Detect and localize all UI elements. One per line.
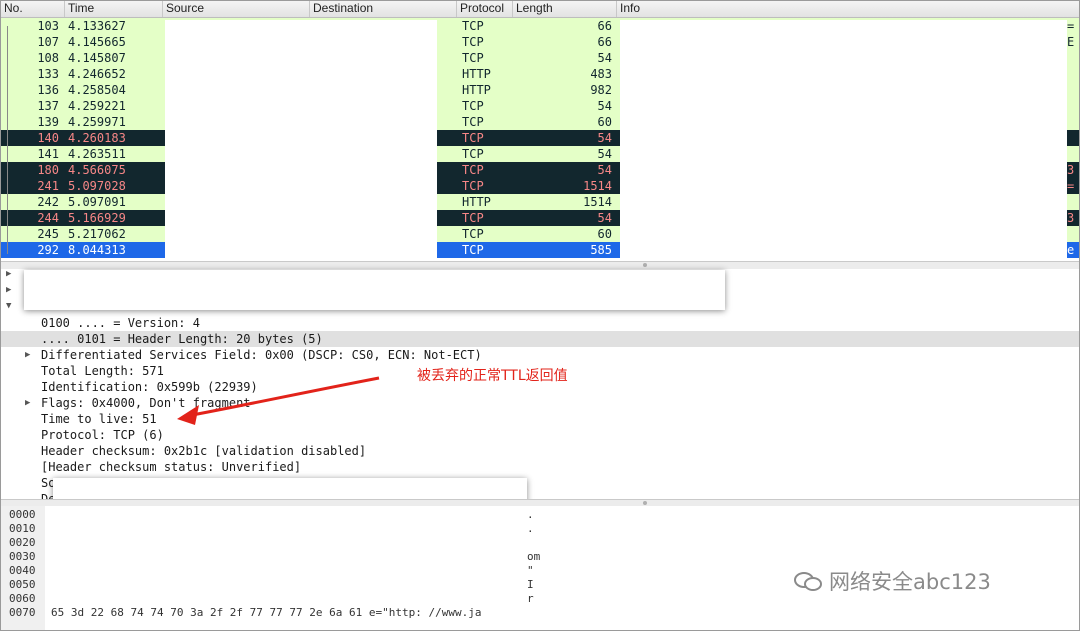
- hex-offset: 0050: [9, 578, 36, 591]
- annotation-label: 被丢弃的正常TTL返回值: [417, 368, 568, 384]
- hex-offset: 0040: [9, 564, 36, 577]
- hex-offset: 0020: [9, 536, 36, 549]
- watermark-text: 网络安全abc123: [829, 570, 991, 594]
- wireshark-window: No. Time Source Destination Protocol Len…: [0, 0, 1080, 631]
- hex-offset: 0070: [9, 606, 36, 619]
- hex-offset: 0000: [9, 508, 36, 521]
- hex-ascii-fragment: .: [527, 508, 534, 521]
- hex-bytes-line: 65 3d 22 68 74 74 70 3a 2f 2f 77 77 77 2…: [51, 606, 482, 619]
- hex-ascii-fragment: .: [527, 522, 534, 535]
- wechat-icon: [794, 572, 822, 591]
- hex-ascii-fragment: ": [527, 564, 534, 577]
- hex-offset: 0060: [9, 592, 36, 605]
- hex-ascii-fragment: I: [527, 578, 534, 591]
- watermark: 网络安全abc123: [793, 566, 991, 596]
- hex-offset: 0010: [9, 522, 36, 535]
- hex-ascii-fragment: om: [527, 550, 541, 563]
- hex-ascii-fragment: r: [527, 592, 534, 605]
- hex-offset: 0030: [9, 550, 36, 563]
